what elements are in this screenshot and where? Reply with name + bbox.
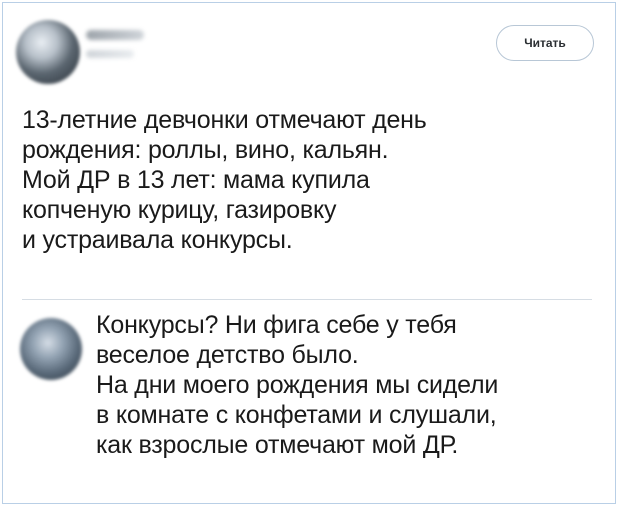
reply-text: Конкурсы? Ни фига себе у тебя веселое де… [96, 310, 606, 460]
post-text-line: копченую курицу, газировку [22, 196, 337, 224]
post-text-line: рождения: роллы, вино, кальян. [22, 136, 389, 164]
post-text-line: Мой ДР в 13 лет: мама купила [22, 166, 370, 194]
post-text: 13-летние девчонки отмечают день рождени… [22, 105, 582, 255]
reply-author-avatar[interactable] [20, 318, 82, 380]
post-text-line: 13-летние девчонки отмечают день [22, 106, 427, 134]
reply-text-line: в комнате с конфетами и слушали, [96, 401, 497, 429]
author-name-blurred[interactable] [86, 30, 144, 40]
author-avatar[interactable] [16, 20, 80, 84]
reply-text-line: Конкурсы? Ни фига себе у тебя [96, 311, 457, 339]
author-handle-blurred [86, 50, 134, 58]
reply-text-line: как взрослые отмечают мой ДР. [96, 431, 459, 459]
reply-text-line: На дни моего рождения мы сидели [96, 371, 499, 399]
follow-button[interactable]: Читать [496, 25, 594, 61]
reply-text-line: веселое детство было. [96, 341, 359, 369]
divider [22, 299, 592, 300]
post-text-line: и устраивала конкурсы. [22, 226, 293, 254]
